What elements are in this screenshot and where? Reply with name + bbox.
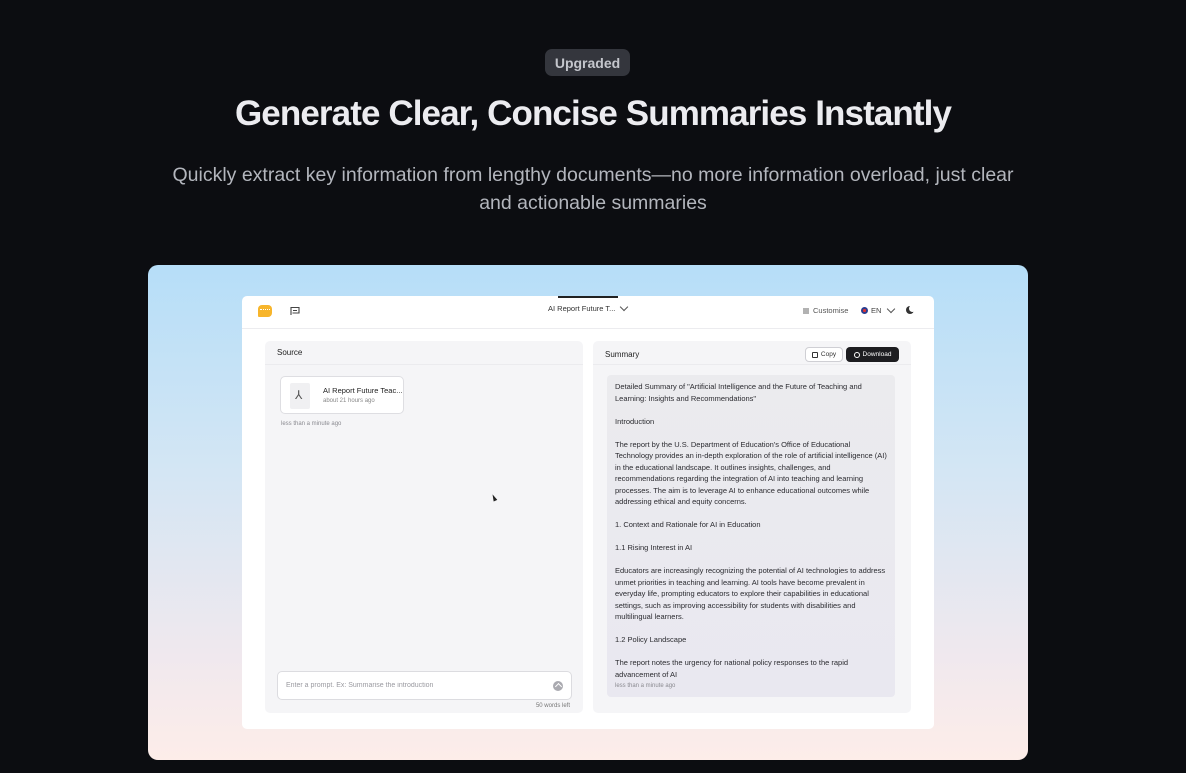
chevron-down-icon [620, 302, 629, 312]
prompt-box [277, 671, 572, 700]
customise-label: Customise [813, 306, 849, 315]
file-time: about 21 hours ago [323, 398, 375, 404]
copy-icon [811, 351, 818, 358]
summary-paragraph: 1. Context and Rationale for AI in Educa… [615, 520, 761, 529]
source-panel: Source AI Report Future Teac... about 21… [265, 341, 583, 713]
summary-paragraph: The report notes the urgency for nationa… [615, 658, 849, 679]
upgraded-badge: Upgraded [545, 49, 630, 76]
pdf-icon [290, 383, 310, 409]
language-label: EN [871, 306, 882, 315]
doc-tab-indicator [558, 296, 618, 298]
summary-paragraph: 1.1 Rising Interest in AI [615, 543, 693, 552]
source-timestamp: less than a minute ago [281, 421, 342, 427]
hero-subtitle: Quickly extract key information from len… [172, 164, 1014, 214]
download-button[interactable]: Download [846, 347, 899, 362]
moon-icon[interactable] [906, 305, 916, 314]
download-icon [853, 351, 860, 358]
summary-paragraph: Introduction [615, 416, 655, 426]
app-topbar: AI Report Future T... Customise EN [242, 296, 934, 329]
download-label: Download [862, 351, 892, 358]
source-title: Source [265, 341, 583, 365]
send-icon[interactable] [553, 681, 563, 691]
summary-paragraph: 1.2 Policy Landscape [615, 635, 687, 644]
summary-panel: Summary Copy Download Detailed Summary o… [593, 341, 911, 713]
summary-paragraph: Detailed Summary of "Artificial Intellig… [615, 382, 862, 403]
summary-paragraph: The report by the U.S. Department of Edu… [615, 439, 887, 507]
summary-timestamp: less than a minute ago [615, 683, 676, 689]
flag-icon [861, 307, 868, 314]
file-name: AI Report Future Teac... [323, 386, 403, 395]
chevron-down-icon [887, 304, 896, 314]
logo-icon[interactable] [258, 305, 272, 317]
file-card[interactable]: AI Report Future Teac... about 21 hours … [280, 376, 404, 414]
hero-title: Generate Clear, Concise Summaries Instan… [234, 94, 952, 133]
words-left-counter: 50 words left [535, 703, 570, 709]
demo-frame: AI Report Future T... Customise EN Sourc… [148, 265, 1028, 760]
copy-label: Copy [820, 351, 837, 358]
app-window: AI Report Future T... Customise EN Sourc… [242, 296, 934, 729]
new-chat-icon[interactable] [289, 305, 301, 317]
doc-tab-label: AI Report Future T... [548, 304, 616, 313]
sliders-icon [803, 308, 809, 313]
summary-content: Detailed Summary of "Artificial Intellig… [607, 375, 895, 697]
customise-button[interactable]: Customise [802, 306, 848, 315]
doc-tab[interactable]: AI Report Future T... [548, 302, 638, 313]
language-selector[interactable]: EN [861, 304, 896, 315]
summary-paragraph: Educators are increasingly recognizing t… [615, 566, 886, 621]
copy-button[interactable]: Copy [805, 347, 843, 362]
prompt-input[interactable] [278, 672, 538, 699]
